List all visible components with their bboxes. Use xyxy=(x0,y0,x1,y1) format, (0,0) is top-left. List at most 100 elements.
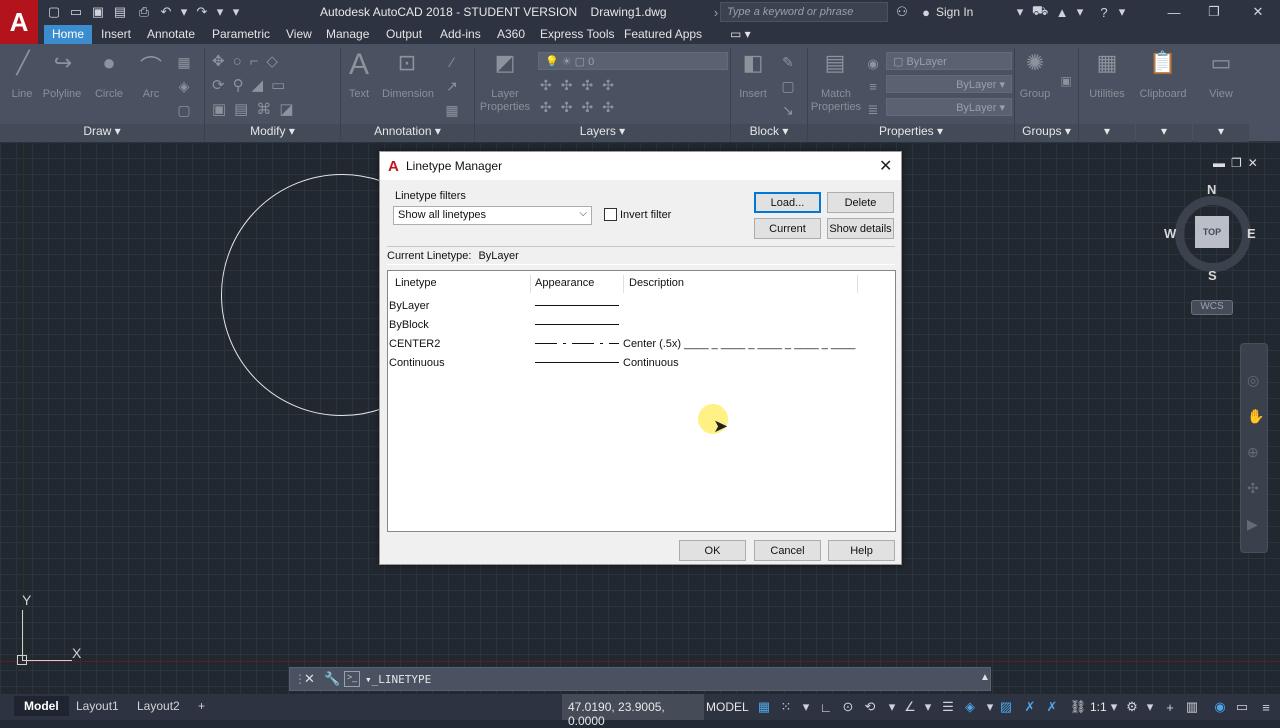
utilities-icon[interactable]: ▦ xyxy=(1092,50,1122,76)
auto-scale-icon[interactable]: ✗ xyxy=(1044,699,1060,715)
sign-in-dropdown-icon[interactable]: ▾ xyxy=(1012,4,1028,20)
clean-screen-icon[interactable]: ▭ xyxy=(1234,699,1250,715)
compass-east[interactable]: E xyxy=(1247,226,1256,241)
arc-icon[interactable]: ⌒ xyxy=(136,50,166,82)
navigation-bar[interactable]: ◎ ✋ ⊕ ✣ ▶ xyxy=(1240,343,1268,553)
compass-south[interactable]: S xyxy=(1208,268,1217,283)
insert-block-icon[interactable]: ◧ xyxy=(736,50,770,76)
lineweight-icon[interactable]: ☰ xyxy=(940,699,956,715)
tab-parametric[interactable]: Parametric xyxy=(204,25,278,44)
dimension-tool-label[interactable]: Dimension xyxy=(378,88,438,100)
panel-properties-title[interactable]: Properties ▾ xyxy=(808,124,1014,142)
tab-manage[interactable]: Manage xyxy=(318,25,377,44)
help-button[interactable]: Help xyxy=(828,540,895,561)
text-tool-label[interactable]: Text xyxy=(340,88,378,100)
panel-block-title[interactable]: Block ▾ xyxy=(731,124,807,142)
object-snap-tracking-icon[interactable]: ∠ xyxy=(902,699,918,715)
tab-featured-apps[interactable]: Featured Apps xyxy=(616,25,710,44)
polyline-icon[interactable]: ↪ xyxy=(46,50,80,76)
open-file-icon[interactable]: ▭ xyxy=(68,4,84,20)
match-properties-label[interactable]: Match Properties xyxy=(810,88,862,114)
new-file-icon[interactable]: ▢ xyxy=(46,4,62,20)
ribbon-options-icon[interactable]: ▭ ▾ xyxy=(722,25,759,44)
arc-tool-label[interactable]: Arc xyxy=(134,88,168,100)
scale-dropdown-icon[interactable]: ▾ xyxy=(1106,699,1122,715)
units-icon[interactable]: ▥ xyxy=(1184,699,1200,715)
clipboard-label[interactable]: Clipboard xyxy=(1136,88,1190,100)
compass-north[interactable]: N xyxy=(1207,182,1216,197)
tab-output[interactable]: Output xyxy=(378,25,430,44)
redo-dropdown-icon[interactable]: ▾ xyxy=(212,4,228,20)
block-more-icon[interactable]: ✎ ▢ ↘ xyxy=(776,50,800,122)
undo-dropdown-icon[interactable]: ▾ xyxy=(176,4,192,20)
isometric-icon[interactable]: ⟲ xyxy=(862,699,878,715)
linetype-combo[interactable]: ByLayer ▾ xyxy=(886,75,1012,93)
compass-west[interactable]: W xyxy=(1164,226,1176,241)
wcs-menu[interactable]: WCS xyxy=(1191,300,1233,315)
table-row[interactable]: CENTER2 Center (.5x) ____ _ ____ _ ____ … xyxy=(389,335,894,354)
view-label[interactable]: View xyxy=(1200,88,1242,100)
model-space-button[interactable]: MODEL xyxy=(706,700,749,714)
panel-modify-title[interactable]: Modify ▾ xyxy=(205,124,340,142)
minimize-icon[interactable]: — xyxy=(1166,4,1182,20)
show-details-button[interactable]: Show details xyxy=(827,218,894,239)
match-properties-icon[interactable]: ▤ xyxy=(818,50,852,76)
help-dropdown-icon[interactable]: ▾ xyxy=(1114,4,1130,20)
annotation-visibility-icon[interactable]: ✗ xyxy=(1022,699,1038,715)
ok-button[interactable]: OK xyxy=(679,540,746,561)
text-icon[interactable]: A xyxy=(342,48,376,82)
delete-button[interactable]: Delete xyxy=(827,192,894,213)
annotation-more-icon[interactable]: ⁄ ↗ ▦ xyxy=(440,50,464,122)
clipboard-icon[interactable]: 📋 xyxy=(1148,50,1178,76)
transparency-icon[interactable]: ◈ xyxy=(962,699,978,715)
column-header-appearance[interactable]: Appearance xyxy=(535,277,594,289)
circle-tool-label[interactable]: Circle xyxy=(90,88,128,100)
tab-layout2[interactable]: Layout2 xyxy=(127,696,190,716)
user-icon[interactable]: ● xyxy=(918,4,934,20)
binoculars-icon[interactable]: ⚇ xyxy=(894,4,910,20)
command-history-icon[interactable]: ▲ xyxy=(980,672,990,683)
application-menu-button[interactable]: A xyxy=(0,0,38,44)
load-button[interactable]: Load... xyxy=(754,192,821,213)
navbar-icons[interactable]: ◎ ✋ ⊕ ✣ ▶ xyxy=(1247,362,1264,542)
viewcube-top-face[interactable]: TOP xyxy=(1195,216,1229,248)
annotation-scale-value[interactable]: 1:1 xyxy=(1090,700,1107,714)
viewport-controls-icon[interactable]: ▬❐✕ xyxy=(1213,156,1264,170)
hardware-acceleration-icon[interactable]: ◉ xyxy=(1212,699,1228,715)
panel-draw-title[interactable]: Draw ▾ xyxy=(0,124,204,142)
search-input[interactable]: Type a keyword or phrase xyxy=(720,2,888,22)
circle-icon[interactable]: ● xyxy=(92,50,126,76)
panel-annotation-title[interactable]: Annotation ▾ xyxy=(341,124,474,142)
tab-layout1[interactable]: Layout1 xyxy=(66,696,129,716)
selection-cycling-dropdown-icon[interactable]: ▾ xyxy=(982,699,998,715)
gear-icon[interactable]: ⚙ xyxy=(1124,699,1140,715)
command-prompt-icon[interactable]: >_ xyxy=(344,671,360,687)
osnap-dropdown-icon[interactable]: ▾ xyxy=(920,699,936,715)
tab-express-tools[interactable]: Express Tools xyxy=(532,25,622,44)
isometric-dropdown-icon[interactable]: ▾ xyxy=(884,699,900,715)
3d-osnap-icon[interactable]: ▨ xyxy=(998,699,1014,715)
view-expand-icon[interactable]: ▾ xyxy=(1193,124,1249,142)
color-combo[interactable]: ▢ ByLayer xyxy=(886,52,1012,70)
modify-tools-icon[interactable]: ✥○⌐◇ ⟳⚲◢▭ ▣▤⌘◪ xyxy=(212,50,332,122)
snap-dropdown-icon[interactable]: ▾ xyxy=(798,699,814,715)
invert-filter-label[interactable]: Invert filter xyxy=(620,209,671,221)
sign-in-link[interactable]: Sign In xyxy=(936,5,973,19)
utilities-label[interactable]: Utilities xyxy=(1084,88,1130,100)
group-more-icon[interactable]: ▣ xyxy=(1056,74,1076,88)
customize-toolbar-icon[interactable]: ▾ xyxy=(228,4,244,20)
tab-model[interactable]: Model xyxy=(14,696,69,716)
line-icon[interactable]: ╱ xyxy=(8,50,38,76)
polyline-tool-label[interactable]: Polyline xyxy=(38,88,86,100)
polar-icon[interactable]: ⊙ xyxy=(840,699,856,715)
insert-block-label[interactable]: Insert xyxy=(734,88,772,100)
cart-icon[interactable]: ⛟ xyxy=(1032,3,1048,20)
layer-combo[interactable]: 💡 ☀ ▢ 0 xyxy=(538,52,728,70)
group-tool-label[interactable]: Group xyxy=(1016,88,1054,100)
current-button[interactable]: Current xyxy=(754,218,821,239)
panel-layers-title[interactable]: Layers ▾ xyxy=(475,124,730,142)
add-layout-button[interactable]: + xyxy=(188,696,215,716)
dialog-close-icon[interactable]: ✕ xyxy=(879,156,892,176)
layer-properties-label[interactable]: Layer Properties xyxy=(478,88,532,114)
plot-icon[interactable]: ⎙ xyxy=(136,4,152,20)
